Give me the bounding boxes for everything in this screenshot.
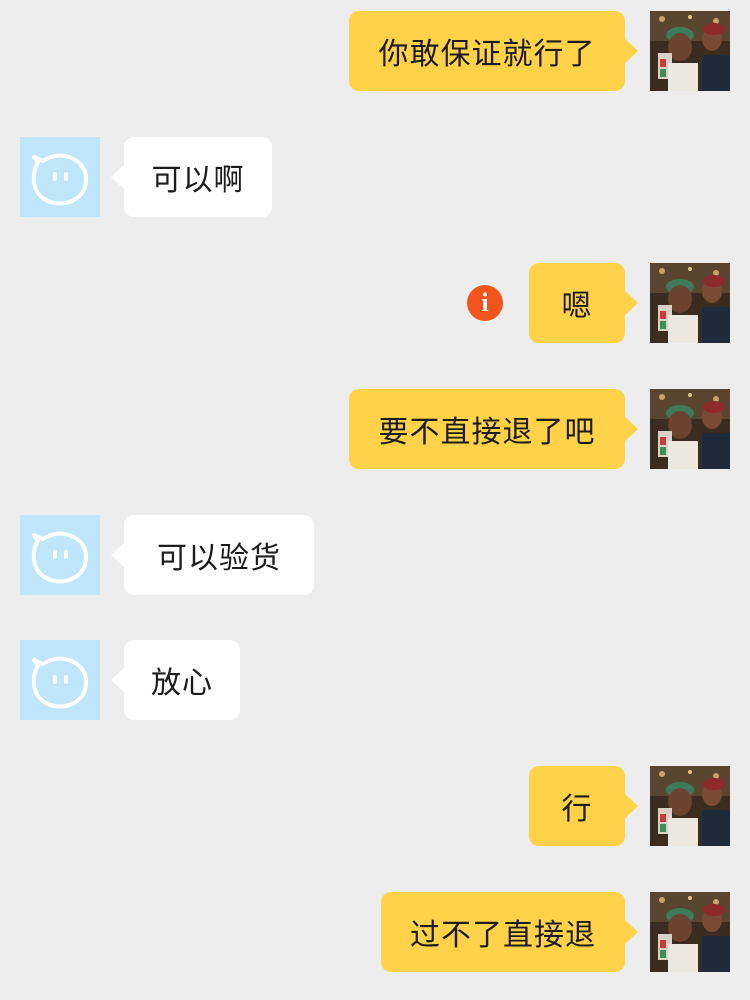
- message-text: 过不了直接退: [410, 918, 596, 953]
- message-row: 放心: [0, 640, 750, 720]
- message-bubble-outgoing[interactable]: 过不了直接退: [381, 892, 638, 972]
- message-text: 可以验货: [157, 541, 281, 576]
- user-avatar[interactable]: [650, 766, 730, 846]
- message-text: 要不直接退了吧: [378, 415, 596, 450]
- message-text: 你敢保证就行了: [378, 37, 596, 72]
- bot-avatar[interactable]: [20, 515, 100, 595]
- message-bubble-incoming[interactable]: 放心: [111, 640, 240, 720]
- bot-avatar[interactable]: [20, 137, 100, 217]
- chat-bot-face-icon: [31, 531, 89, 584]
- user-photo-avatar: [650, 892, 730, 972]
- message-row: 你敢保证就行了: [0, 11, 750, 91]
- user-photo-avatar: [650, 11, 730, 91]
- message-row: 可以啊: [0, 137, 750, 217]
- user-photo-avatar: [650, 263, 730, 343]
- user-avatar[interactable]: [650, 892, 730, 972]
- message-row: 要不直接退了吧: [0, 389, 750, 469]
- message-row: 可以验货: [0, 515, 750, 595]
- message-bubble-incoming[interactable]: 可以啊: [111, 137, 272, 217]
- user-avatar[interactable]: [650, 11, 730, 91]
- message-bubble-outgoing[interactable]: 嗯: [529, 263, 638, 343]
- message-row: i 嗯: [0, 263, 750, 343]
- user-photo-avatar: [650, 766, 730, 846]
- send-failed-glyph: i: [481, 288, 489, 317]
- user-photo-avatar: [650, 389, 730, 469]
- message-text: 行: [561, 792, 593, 827]
- chat-bot-face-icon: [31, 656, 89, 709]
- message-text: 嗯: [561, 289, 593, 324]
- message-bubble-outgoing[interactable]: 你敢保证就行了: [349, 11, 638, 91]
- chat-bot-face-icon: [31, 153, 89, 206]
- message-row: 行: [0, 766, 750, 846]
- message-bubble-outgoing[interactable]: 行: [529, 766, 638, 846]
- message-text: 放心: [151, 666, 213, 701]
- user-avatar[interactable]: [650, 263, 730, 343]
- send-failed-icon[interactable]: i: [467, 285, 503, 321]
- bot-avatar[interactable]: [20, 640, 100, 720]
- message-row: 过不了直接退: [0, 892, 750, 972]
- message-bubble-incoming[interactable]: 可以验货: [111, 515, 314, 595]
- message-bubble-outgoing[interactable]: 要不直接退了吧: [349, 389, 638, 469]
- message-text: 可以啊: [151, 163, 245, 198]
- user-avatar[interactable]: [650, 389, 730, 469]
